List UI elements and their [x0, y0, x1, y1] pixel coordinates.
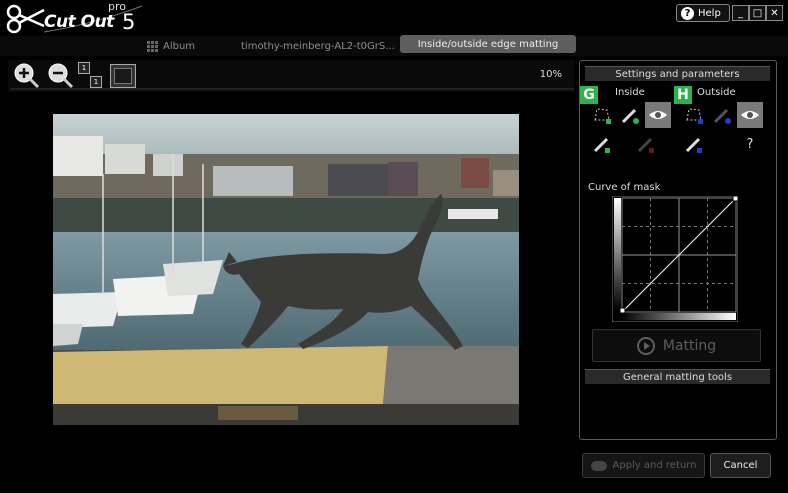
magic-wand-outside-icon [685, 137, 702, 153]
general-matting-tools-header[interactable]: General matting tools [585, 369, 770, 384]
outside-wand-tool[interactable] [681, 131, 707, 157]
settings-panel-title: Settings and parameters [585, 66, 770, 81]
matting-label: Matting [662, 337, 717, 354]
tab-edge-matting-label: Inside/outside edge matting [417, 38, 559, 50]
actual-size-bottom: 1 [90, 76, 102, 88]
inside-label: Inside [615, 87, 645, 98]
outside-label: Outside [697, 87, 736, 98]
fit-to-window-button[interactable] [110, 64, 136, 88]
grid-icon [147, 40, 158, 52]
zoom-percent: 10% [539, 69, 562, 80]
outside-eye-tool[interactable] [737, 102, 763, 128]
tab-album[interactable]: Album [147, 38, 195, 54]
help-label: Help [698, 7, 721, 19]
tab-image[interactable]: timothy-meinberg-AL2-t0GrS... [241, 38, 395, 54]
inside-wand-disabled-tool[interactable] [633, 131, 659, 157]
minimize-icon: _ [738, 7, 743, 19]
outside-brush-tool[interactable] [709, 102, 735, 128]
actual-size-button[interactable]: 1 1 [78, 62, 102, 88]
image-canvas[interactable] [53, 114, 519, 425]
inside-brush-tool[interactable] [617, 102, 643, 128]
brush-plus-icon [621, 108, 639, 124]
outside-polygon-tool[interactable] [681, 102, 707, 128]
maximize-button[interactable]: □ [749, 5, 766, 21]
magic-wand-icon [593, 137, 610, 153]
matting-button[interactable]: Matting [592, 329, 761, 362]
maximize-icon: □ [752, 7, 763, 19]
app-logo-text: Cut Out [44, 12, 114, 32]
tab-album-label: Album [163, 40, 196, 52]
cancel-label: Cancel [723, 460, 758, 471]
toolbar-divider [10, 88, 574, 90]
play-icon [636, 336, 655, 355]
fit-icon [114, 68, 132, 84]
eye-icon [649, 111, 667, 119]
magic-wand-disabled-icon [637, 137, 654, 153]
actual-size-top: 1 [78, 62, 90, 74]
tab-edge-matting[interactable]: Inside/outside edge matting [400, 35, 576, 53]
app-logo-version: 5 [122, 10, 136, 34]
help-button[interactable]: ? Help [676, 4, 730, 22]
polygon-select-outside-icon [686, 108, 703, 124]
inside-wand-tool[interactable] [589, 131, 615, 157]
zoom-in-icon[interactable] [12, 61, 40, 89]
apply-and-return-button[interactable]: Apply and return [582, 453, 705, 478]
tool-help-button[interactable]: ? [737, 131, 763, 157]
help-icon: ? [681, 6, 694, 20]
tab-image-label: timothy-meinberg-AL2-t0GrS... [241, 40, 395, 52]
polygon-select-icon [594, 108, 611, 124]
question-icon: ? [746, 136, 754, 152]
curve-of-mask-title: Curve of mask [588, 182, 661, 193]
mask-curve-editor[interactable] [612, 196, 738, 322]
apply-label: Apply and return [612, 460, 697, 471]
brush-minus-icon [713, 108, 731, 124]
eye-outside-icon [741, 111, 759, 119]
minimize-button[interactable]: _ [732, 5, 749, 21]
apply-icon [590, 460, 607, 471]
inside-polygon-tool[interactable] [589, 102, 615, 128]
zoom-out-icon[interactable] [46, 61, 74, 89]
close-button[interactable]: ✕ [766, 5, 783, 21]
close-icon: ✕ [770, 7, 779, 19]
cancel-button[interactable]: Cancel [710, 453, 771, 478]
inside-eye-tool[interactable] [645, 102, 671, 128]
